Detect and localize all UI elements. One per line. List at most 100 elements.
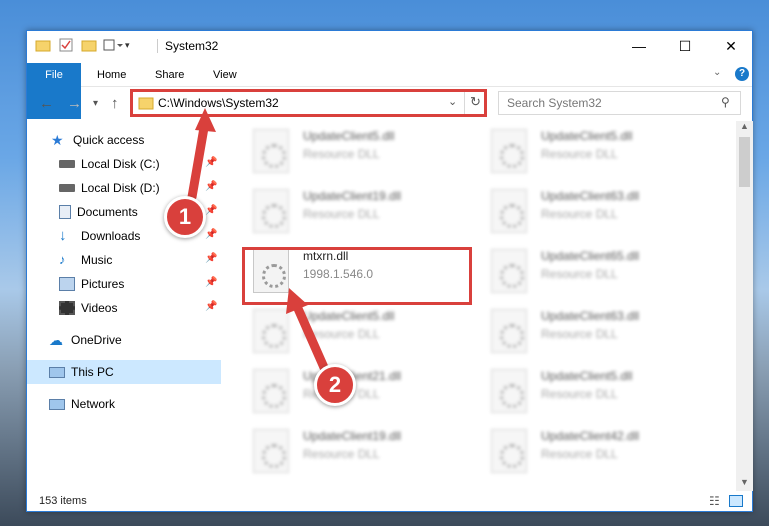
sidebar-item-label: Local Disk (C:) — [81, 157, 160, 171]
computer-icon — [49, 366, 65, 378]
search-input[interactable]: Search System32 — [507, 96, 602, 110]
file-name: UpdateClient5.dll — [541, 129, 633, 143]
file-description: Resource DLL — [303, 327, 380, 341]
sidebar-item-network[interactable]: Network — [27, 392, 221, 416]
sidebar-item-this-pc[interactable]: This PC — [27, 360, 221, 384]
ribbon: File Home Share View ⌄ ? — [27, 63, 752, 119]
file-description: Resource DLL — [303, 207, 380, 221]
search-box[interactable]: Search System32 ⚲ — [498, 91, 741, 115]
dll-file-icon — [491, 129, 527, 173]
minimize-button[interactable]: — — [616, 31, 662, 61]
file-description: Resource DLL — [541, 267, 618, 281]
drive-icon — [59, 160, 75, 168]
dll-file-icon — [253, 189, 289, 233]
new-folder-icon[interactable] — [81, 38, 97, 52]
file-name: UpdateClient19.dll — [303, 429, 402, 443]
close-button[interactable]: ✕ — [708, 31, 754, 61]
help-icon[interactable]: ? — [735, 67, 749, 81]
tab-view[interactable]: View — [201, 63, 249, 87]
pin-icon[interactable]: 📌 — [205, 157, 217, 168]
sidebar-item-label: Pictures — [81, 277, 125, 291]
tab-home[interactable]: Home — [85, 63, 138, 87]
expand-ribbon-icon[interactable]: ⌄ — [713, 67, 721, 78]
dll-file-icon — [253, 129, 289, 173]
up-icon[interactable]: ↑ — [111, 95, 119, 112]
file-highlight — [242, 247, 472, 305]
list-item[interactable]: UpdateClient42.dll Resource DLL — [483, 423, 703, 479]
forward-icon[interactable]: → — [67, 95, 82, 112]
back-icon[interactable]: ← — [39, 95, 54, 112]
status-bar: 153 items ☷ — [27, 491, 752, 513]
window-title: System32 — [165, 39, 219, 53]
tab-share[interactable]: Share — [143, 63, 196, 87]
cloud-icon: ☁ — [49, 332, 63, 348]
sidebar-item-label: Network — [71, 397, 116, 411]
dll-file-icon — [253, 309, 289, 353]
view-options-icon[interactable] — [103, 38, 123, 52]
properties-icon[interactable] — [59, 38, 73, 52]
sidebar-item-label: Documents — [77, 205, 138, 219]
list-item[interactable]: UpdateClient5.dll Resource DLL — [483, 363, 703, 419]
sidebar-item-videos[interactable]: Videos 📌 — [27, 296, 221, 320]
file-description: Resource DLL — [303, 447, 380, 461]
sidebar-item-local-disk-c[interactable]: Local Disk (C:) 📌 — [27, 152, 221, 176]
list-item[interactable]: UpdateClient19.dll Resource DLL — [245, 423, 465, 479]
file-description: Resource DLL — [541, 327, 618, 341]
dll-file-icon — [253, 429, 289, 473]
recent-locations-icon[interactable]: ▾ — [93, 98, 98, 109]
list-item[interactable]: UpdateClient5.dll Resource DLL — [245, 303, 465, 359]
music-icon: ♪ — [59, 252, 66, 267]
list-item[interactable]: UpdateClient5.dll Resource DLL — [483, 123, 703, 179]
drive-icon — [59, 184, 75, 192]
file-name: UpdateClient42.dll — [541, 429, 640, 443]
videos-icon — [59, 301, 75, 315]
sidebar-item-onedrive[interactable]: ☁ OneDrive — [27, 328, 221, 352]
file-name: UpdateClient65.dll — [541, 249, 640, 263]
list-item[interactable]: UpdateClient63.dll Resource DLL — [483, 303, 703, 359]
scroll-down-icon[interactable]: ▼ — [740, 477, 749, 487]
details-view-icon[interactable]: ☷ — [709, 494, 720, 508]
pin-icon[interactable]: 📌 — [205, 229, 217, 240]
file-name: UpdateClient5.dll — [541, 369, 633, 383]
pin-icon[interactable]: 📌 — [205, 253, 217, 264]
list-item[interactable]: UpdateClient63.dll Resource DLL — [483, 183, 703, 239]
file-description: Resource DLL — [303, 147, 380, 161]
scroll-thumb[interactable] — [739, 137, 750, 187]
list-item[interactable]: UpdateClient5.dll Resource DLL — [245, 123, 465, 179]
sidebar-item-pictures[interactable]: Pictures 📌 — [27, 272, 221, 296]
sidebar-item-label: Quick access — [73, 133, 145, 147]
sidebar-item-label: Local Disk (D:) — [81, 181, 160, 195]
pictures-icon — [59, 277, 75, 291]
pin-icon[interactable]: 📌 — [205, 205, 217, 216]
scroll-up-icon[interactable]: ▲ — [740, 121, 749, 131]
quick-access-toolbar: ▾ — [35, 38, 130, 52]
file-description: Resource DLL — [541, 207, 618, 221]
step-2-badge: 2 — [314, 364, 356, 406]
list-item[interactable]: UpdateClient65.dll Resource DLL — [483, 243, 703, 299]
file-name: UpdateClient63.dll — [541, 309, 640, 323]
file-description: Resource DLL — [541, 447, 618, 461]
large-icons-view-icon[interactable] — [729, 495, 743, 507]
pin-icon[interactable]: 📌 — [205, 277, 217, 288]
sidebar-item-quick-access[interactable]: ★ Quick access — [27, 128, 221, 152]
file-description: Resource DLL — [541, 387, 618, 401]
sidebar-item-music[interactable]: ♪ Music 📌 — [27, 248, 221, 272]
file-description: Resource DLL — [541, 147, 618, 161]
list-item[interactable]: UpdateClient19.dll Resource DLL — [245, 183, 465, 239]
documents-icon — [59, 205, 71, 219]
star-icon: ★ — [51, 132, 64, 148]
sidebar-item-label: Videos — [81, 301, 118, 315]
dll-file-icon — [491, 429, 527, 473]
search-icon[interactable]: ⚲ — [721, 95, 730, 109]
address-bar-highlight — [130, 89, 487, 117]
step-1-badge: 1 — [164, 196, 206, 238]
pin-icon[interactable]: 📌 — [205, 181, 217, 192]
maximize-button[interactable]: ☐ — [662, 31, 708, 61]
customize-toolbar-icon[interactable]: ▾ — [125, 40, 130, 51]
download-icon: ↓ — [59, 227, 67, 244]
pin-icon[interactable]: 📌 — [205, 301, 217, 312]
folder-icon[interactable] — [35, 38, 51, 52]
vertical-scrollbar[interactable]: ▲ ▼ — [736, 121, 753, 491]
file-name: UpdateClient5.dll — [303, 129, 395, 143]
sidebar-item-label: OneDrive — [71, 333, 122, 347]
